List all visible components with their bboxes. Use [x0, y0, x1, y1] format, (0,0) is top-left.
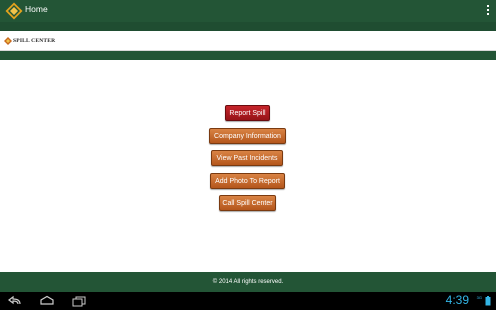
call-spill-center-button[interactable]: Call Spill Center	[219, 195, 276, 211]
app-title: Home	[25, 4, 48, 14]
brand-bar: SPILL CENTER	[0, 31, 496, 51]
back-icon[interactable]	[8, 295, 22, 307]
system-navigation-bar: 4:39 3G	[0, 292, 496, 310]
home-icon[interactable]	[40, 295, 54, 307]
header-divider	[0, 22, 496, 31]
recent-apps-icon[interactable]	[72, 295, 86, 307]
app-logo-icon[interactable]	[5, 2, 23, 20]
action-bar: Home	[0, 0, 496, 22]
overflow-menu-icon[interactable]	[486, 5, 490, 17]
spill-center-logo-icon	[4, 37, 12, 45]
battery-icon	[485, 296, 491, 306]
report-spill-button[interactable]: Report Spill	[225, 105, 270, 121]
view-past-incidents-button[interactable]: View Past Incidents	[211, 150, 283, 166]
brand-divider	[0, 51, 496, 60]
add-photo-to-report-button[interactable]: Add Photo To Report	[210, 173, 285, 189]
copyright-text: © 2014 All rights reserved.	[212, 279, 284, 285]
network-indicator: 3G	[476, 295, 482, 300]
brand-name: SPILL CENTER	[13, 38, 56, 44]
company-information-button[interactable]: Company Information	[209, 128, 286, 144]
footer: © 2014 All rights reserved.	[0, 272, 496, 292]
status-clock: 4:39	[445, 293, 469, 307]
